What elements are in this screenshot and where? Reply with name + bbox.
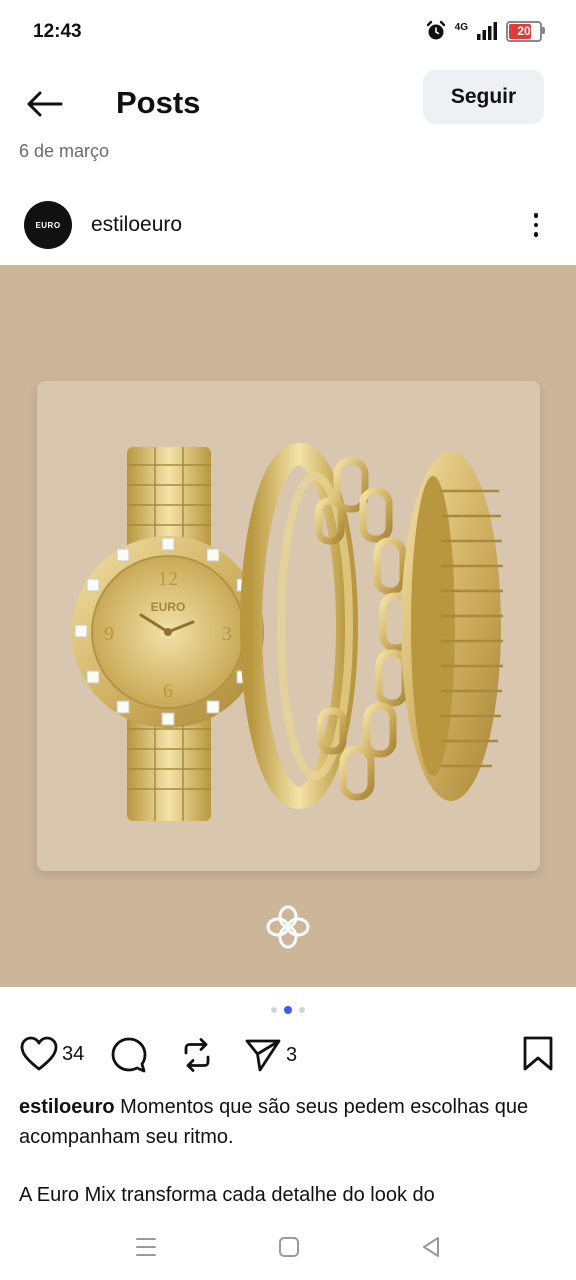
dial-brand: EURO (151, 600, 186, 614)
repost-button[interactable] (178, 1036, 216, 1074)
carousel-indicator (0, 1005, 576, 1015)
dial-numeral-3: 3 (222, 623, 232, 645)
back-nav-button[interactable] (416, 1234, 446, 1260)
post-actions: 34 3 (0, 1032, 576, 1080)
comment-button[interactable] (110, 1036, 148, 1074)
previous-post-date: 6 de março (19, 141, 110, 161)
dial-numeral-12: 12 (158, 568, 178, 590)
more-options-button[interactable] (520, 207, 552, 243)
battery-icon: 20 (506, 20, 545, 42)
battery-level: 20 (517, 24, 531, 38)
arrow-left-icon (27, 91, 63, 117)
bookmark-icon (523, 1036, 553, 1071)
post-caption-continued: A Euro Mix transforma cada detalhe do lo… (19, 1184, 435, 1206)
caption-username[interactable]: estiloeuro (19, 1096, 115, 1118)
page-title: Posts (116, 85, 201, 120)
menu-icon (136, 1238, 156, 1256)
carousel-dot-active (284, 1006, 292, 1014)
dial-numeral-9: 9 (104, 623, 114, 645)
heart-icon (20, 1036, 58, 1071)
carousel-dot (299, 1007, 305, 1013)
post-image[interactable]: 12 9 3 6 EURO (0, 265, 576, 987)
share-button[interactable]: 3 (244, 1036, 297, 1074)
post-header: EURO estiloeuro (0, 195, 576, 255)
back-triangle-icon (423, 1237, 439, 1257)
status-bar: 12:43 4G 20 (0, 0, 576, 66)
watch-and-bracelets-illustration: 12 9 3 6 EURO (72, 443, 503, 821)
dial-numeral-6: 6 (163, 680, 173, 702)
home-square-icon (279, 1237, 299, 1257)
post-username[interactable]: estiloeuro (91, 213, 182, 237)
share-count: 3 (286, 1043, 298, 1066)
send-icon (245, 1039, 281, 1072)
follow-button[interactable]: Seguir (423, 70, 544, 124)
system-nav-bar (0, 1216, 576, 1280)
like-button[interactable]: 34 (20, 1036, 84, 1072)
signal-icon (477, 22, 497, 40)
product-photo: 12 9 3 6 EURO (37, 381, 540, 871)
app-header: Posts Seguir (0, 66, 576, 142)
comment-icon (111, 1037, 147, 1073)
save-button[interactable] (522, 1036, 554, 1077)
like-count: 34 (62, 1042, 85, 1065)
avatar[interactable]: EURO (24, 201, 72, 249)
alarm-icon (426, 20, 445, 40)
status-icons: 4G 20 (425, 20, 545, 42)
repost-icon (184, 1038, 210, 1072)
recent-apps-button[interactable] (131, 1234, 161, 1260)
network-4g-icon: 4G (454, 22, 468, 33)
avatar-logo-text: EURO (35, 220, 61, 230)
back-button[interactable] (22, 82, 66, 126)
euro-flower-logo-icon (266, 905, 310, 949)
carousel-dot (271, 1007, 277, 1013)
home-button[interactable] (274, 1234, 304, 1260)
status-time: 12:43 (33, 21, 82, 42)
post-caption: estiloeuro Momentos que são seus pedem e… (19, 1092, 564, 1152)
